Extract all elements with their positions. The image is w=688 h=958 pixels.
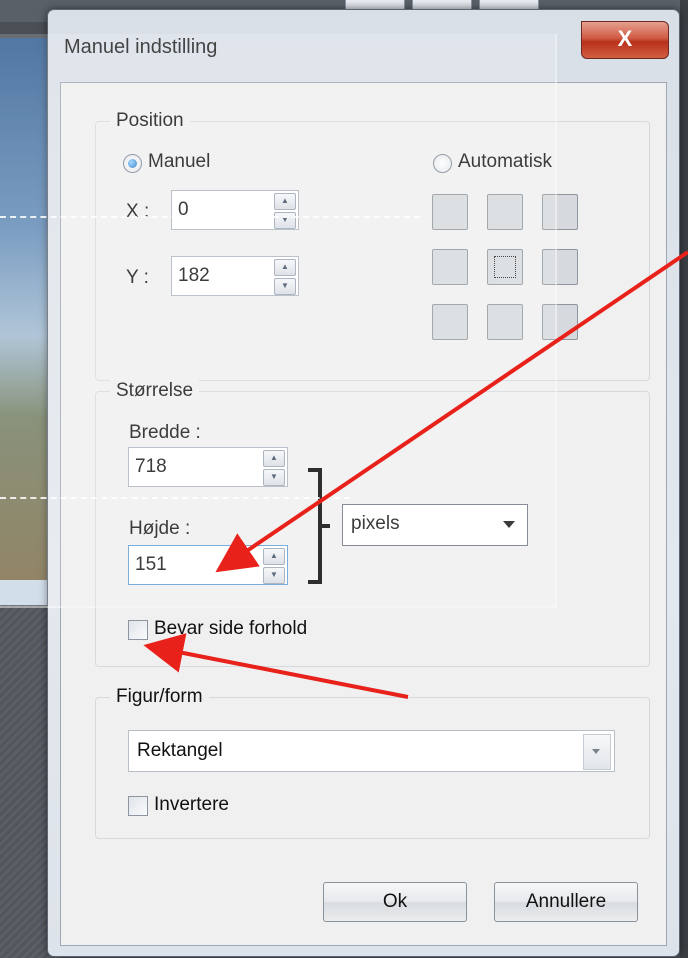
dialog-client-area: Position Manuel Automatisk X : 0 ▲ ▼ Y :… — [60, 82, 667, 946]
height-value[interactable]: 151 — [135, 554, 167, 576]
height-decrement-icon[interactable]: ▼ — [263, 567, 285, 584]
chevron-down-icon — [592, 749, 600, 754]
height-spin-buttons: ▲ ▼ — [263, 548, 285, 584]
width-spin-buttons: ▲ ▼ — [263, 450, 285, 486]
invert-label[interactable]: Invertere — [154, 794, 229, 816]
shape-combobox[interactable]: Rektangel — [128, 730, 615, 772]
anchor-middle-left-button[interactable] — [432, 249, 468, 285]
automatic-radio-label[interactable]: Automatisk — [458, 151, 552, 173]
position-group: Position Manuel Automatisk X : 0 ▲ ▼ Y :… — [95, 110, 650, 381]
link-bracket-bottom — [308, 580, 322, 584]
y-spinbox[interactable]: 182 ▲ ▼ — [171, 256, 299, 296]
shape-dropdown-button[interactable] — [583, 734, 611, 770]
ok-button[interactable]: Ok — [323, 882, 467, 922]
height-label: Højde : — [129, 518, 191, 539]
position-group-label: Position — [110, 110, 190, 132]
y-spin-buttons: ▲ ▼ — [274, 259, 296, 295]
y-label: Y : — [126, 267, 149, 288]
close-button[interactable]: X — [581, 21, 669, 59]
x-decrement-icon[interactable]: ▼ — [274, 212, 296, 229]
manual-settings-dialog: Manuel indstilling X Position Manuel Aut… — [47, 9, 680, 957]
link-bracket-tick — [322, 524, 330, 528]
width-value[interactable]: 718 — [135, 456, 167, 478]
width-decrement-icon[interactable]: ▼ — [263, 469, 285, 486]
height-increment-icon[interactable]: ▲ — [263, 548, 285, 565]
background-edge — [680, 0, 688, 958]
width-label: Bredde : — [129, 422, 201, 443]
anchor-middle-right-button[interactable] — [542, 249, 578, 285]
anchor-bottom-right-button[interactable] — [542, 304, 578, 340]
keep-ratio-checkbox[interactable] — [128, 620, 148, 640]
unit-value[interactable]: pixels — [351, 513, 400, 535]
close-icon: X — [617, 26, 633, 51]
x-increment-icon[interactable]: ▲ — [274, 193, 296, 210]
width-increment-icon[interactable]: ▲ — [263, 450, 285, 467]
manual-radio[interactable] — [123, 154, 142, 173]
width-spinbox[interactable]: 718 ▲ ▼ — [128, 447, 288, 487]
y-value[interactable]: 182 — [178, 265, 210, 287]
shape-value[interactable]: Rektangel — [137, 740, 223, 762]
invert-checkbox[interactable] — [128, 796, 148, 816]
shape-group: Figur/form Rektangel Invertere — [95, 686, 650, 839]
x-spinbox[interactable]: 0 ▲ ▼ — [171, 190, 299, 230]
x-label: X : — [126, 201, 150, 222]
selection-dash-bottom — [0, 497, 350, 499]
unit-dropdown[interactable]: pixels — [342, 504, 528, 546]
manual-radio-label[interactable]: Manuel — [148, 151, 210, 173]
anchor-center-button[interactable] — [487, 249, 523, 285]
anchor-top-center-button[interactable] — [487, 194, 523, 230]
height-spinbox[interactable]: 151 ▲ ▼ — [128, 545, 288, 585]
chevron-down-icon[interactable] — [503, 521, 515, 528]
keep-ratio-label[interactable]: Bevar side forhold — [154, 618, 307, 640]
dialog-title: Manuel indstilling — [64, 36, 218, 58]
cancel-button[interactable]: Annullere — [494, 882, 638, 922]
selection-dash-top — [0, 216, 420, 218]
size-group: Størrelse Bredde : 718 ▲ ▼ Højde : 151 ▲… — [95, 380, 650, 667]
anchor-top-left-button[interactable] — [432, 194, 468, 230]
size-group-label: Størrelse — [110, 380, 200, 402]
y-increment-icon[interactable]: ▲ — [274, 259, 296, 276]
anchor-bottom-left-button[interactable] — [432, 304, 468, 340]
shape-group-label: Figur/form — [110, 686, 209, 708]
dialog-titlebar[interactable]: Manuel indstilling X — [48, 10, 679, 82]
automatic-radio[interactable] — [433, 154, 452, 173]
anchor-bottom-center-button[interactable] — [487, 304, 523, 340]
y-decrement-icon[interactable]: ▼ — [274, 278, 296, 295]
x-spin-buttons: ▲ ▼ — [274, 193, 296, 229]
anchor-top-right-button[interactable] — [542, 194, 578, 230]
